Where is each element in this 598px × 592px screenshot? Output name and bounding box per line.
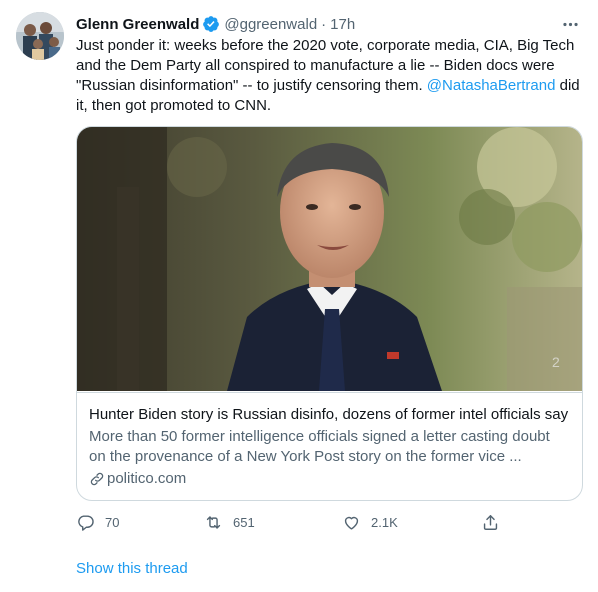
card-description: More than 50 former intelligence officia… xyxy=(89,428,550,465)
tweet[interactable]: Glenn Greenwald @ggreenwald · 17h Just p… xyxy=(0,0,598,592)
author-name[interactable]: Glenn Greenwald xyxy=(76,16,199,33)
retweet-icon xyxy=(206,515,221,529)
verified-badge-icon xyxy=(202,15,220,33)
tweet-text: Just ponder it: weeks before the 2020 vo… xyxy=(76,36,584,116)
card-body[interactable]: Hunter Biden story is Russian disinfo, d… xyxy=(77,392,582,500)
tweet-timestamp[interactable]: 17h xyxy=(330,16,355,33)
reply-button[interactable]: 70 xyxy=(76,510,119,534)
svg-text:2: 2 xyxy=(552,354,560,370)
more-icon[interactable] xyxy=(558,12,582,36)
reply-icon xyxy=(78,514,94,531)
card-domain-text: politico.com xyxy=(107,470,187,487)
share-button[interactable] xyxy=(481,510,500,534)
link-icon xyxy=(89,471,105,487)
card-title: Hunter Biden story is Russian disinfo, d… xyxy=(89,406,569,423)
card-domain: politico.com xyxy=(89,469,186,489)
separator-dot: · xyxy=(321,15,327,33)
like-count: 2.1K xyxy=(371,514,398,530)
show-thread-link[interactable]: Show this thread xyxy=(76,560,188,577)
tweet-actions: 70 651 2.1K xyxy=(76,510,506,534)
mention-link[interactable]: @NatashaBertrand xyxy=(427,77,556,94)
card-image[interactable]: 2 xyxy=(77,127,582,391)
tweet-header: Glenn Greenwald @ggreenwald · 17h xyxy=(76,14,582,34)
share-icon xyxy=(483,514,498,530)
reply-count: 70 xyxy=(105,514,120,530)
avatar[interactable] xyxy=(16,12,64,60)
author-handle[interactable]: @ggreenwald xyxy=(224,16,317,33)
like-button[interactable]: 2.1K xyxy=(342,510,398,534)
retweet-button[interactable]: 651 xyxy=(204,510,255,534)
like-icon xyxy=(344,516,359,530)
retweet-count: 651 xyxy=(233,514,255,530)
link-preview-card[interactable]: 2 Hunter Biden story is Russian disinfo,… xyxy=(76,126,583,501)
